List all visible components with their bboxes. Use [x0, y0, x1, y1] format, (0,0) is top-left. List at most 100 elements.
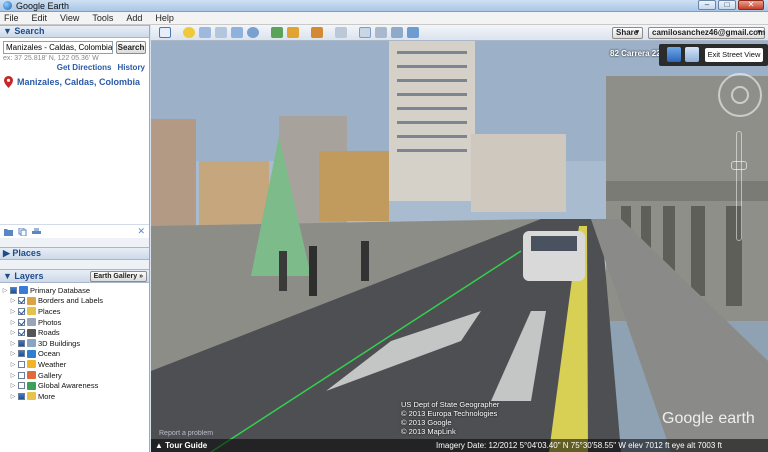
close-button[interactable]: ✕ [738, 0, 764, 10]
street-view-scene [151, 41, 768, 452]
window-controls: – □ ✕ [698, 0, 764, 10]
layers-tree: ▷ Primary Database ▷ Borders and Labels ▷ Pla… [0, 283, 149, 404]
folder-icon [27, 392, 36, 401]
awareness-icon [27, 381, 36, 390]
look-joystick-icon[interactable] [718, 73, 762, 117]
zoom-slider-knob[interactable] [731, 161, 747, 170]
copy-icon[interactable] [18, 227, 27, 236]
record-tour-icon[interactable] [247, 27, 259, 38]
layer-label: Borders and Labels [38, 296, 104, 306]
layer-item[interactable]: ▷ Photos [2, 317, 147, 328]
layer-item[interactable]: ▷ Gallery [2, 370, 147, 381]
layer-item[interactable]: ▷ Global Awareness [2, 380, 147, 391]
places-section-header[interactable]: ▶ Places [0, 247, 149, 260]
window-title: Google Earth [16, 1, 70, 11]
path-icon[interactable] [215, 27, 227, 38]
photos-icon [27, 318, 36, 327]
history-link[interactable]: History [117, 63, 145, 72]
expand-toggle-icon[interactable]: ▷ [10, 361, 16, 368]
layer-checkbox[interactable] [18, 382, 25, 390]
layer-item[interactable]: ▷ Weather [2, 359, 147, 370]
expand-toggle-icon[interactable]: ▷ [10, 319, 16, 326]
layer-item[interactable]: ▷ Primary Database [2, 285, 147, 296]
close-results-icon[interactable]: ✕ [137, 226, 145, 237]
share-button[interactable]: Share ▾ [612, 27, 643, 39]
sunlight-icon[interactable] [287, 27, 299, 38]
sidebar-toggle-icon[interactable] [159, 27, 171, 38]
layer-checkbox[interactable] [18, 318, 25, 326]
menu-file[interactable]: File [4, 12, 19, 24]
layer-checkbox[interactable] [18, 360, 25, 368]
layer-item[interactable]: ▷ Roads [2, 327, 147, 338]
menu-view[interactable]: View [60, 12, 79, 24]
layer-checkbox[interactable] [18, 307, 25, 315]
menu-tools[interactable]: Tools [92, 12, 113, 24]
chevron-down-icon: ▾ [635, 29, 639, 36]
layer-label: Roads [38, 328, 60, 338]
expand-toggle-icon[interactable]: ▷ [2, 287, 8, 294]
search-result-item[interactable]: Manizales, Caldas, Colombia [4, 76, 145, 88]
expand-toggle-icon[interactable]: ▷ [10, 340, 16, 347]
account-button[interactable]: camilosanchez46@gmail.com ▾ [648, 27, 765, 39]
search-section-header[interactable]: ▼ Search [0, 25, 149, 38]
get-directions-link[interactable]: Get Directions [57, 63, 112, 72]
attribution-line: © 2013 MapLink [401, 427, 456, 436]
folder-icon[interactable] [4, 228, 13, 236]
image-overlay-icon[interactable] [231, 27, 243, 38]
expand-toggle-icon[interactable]: ▷ [10, 297, 16, 304]
layer-item[interactable]: ▷ Places [2, 306, 147, 317]
search-input[interactable] [3, 41, 113, 54]
panel-gap [0, 260, 149, 269]
ground-level-icon[interactable] [685, 47, 699, 62]
planets-icon[interactable] [311, 27, 323, 38]
expand-toggle-icon[interactable]: ▷ [10, 308, 16, 315]
minimize-button[interactable]: – [698, 0, 716, 10]
pegman-icon[interactable] [667, 47, 681, 62]
earth-gallery-button[interactable]: Earth Gallery » [89, 270, 147, 282]
print-toolbar-icon[interactable] [375, 27, 387, 38]
menu-help[interactable]: Help [155, 12, 174, 24]
expand-toggle-icon[interactable]: ▷ [10, 329, 16, 336]
layer-label: 3D Buildings [38, 338, 81, 348]
layer-item[interactable]: ▷ Ocean [2, 349, 147, 360]
placemark-pin-icon [4, 76, 13, 88]
menu-add[interactable]: Add [126, 12, 142, 24]
layer-item[interactable]: ▷ 3D Buildings [2, 338, 147, 349]
look-joystick-center[interactable] [731, 86, 749, 104]
layer-checkbox[interactable] [10, 286, 17, 294]
exit-street-view-button[interactable]: Exit Street View [705, 48, 763, 62]
expand-toggle-icon[interactable]: ▷ [10, 382, 16, 389]
layer-checkbox[interactable] [18, 339, 25, 347]
layers-section-header[interactable]: ▼ Layers Earth Gallery » [0, 269, 149, 283]
menu-edit[interactable]: Edit [32, 12, 48, 24]
expand-toggle-icon[interactable]: ▷ [10, 372, 16, 379]
maximize-button[interactable]: □ [718, 0, 736, 10]
roads-icon [27, 328, 36, 337]
save-image-icon[interactable] [391, 27, 403, 38]
layer-item[interactable]: ▷ Borders and Labels [2, 296, 147, 307]
weather-icon [27, 360, 36, 369]
tour-guide-button[interactable]: ▲ Tour Guide [155, 439, 207, 452]
email-icon[interactable] [359, 27, 371, 38]
print-icon[interactable] [32, 227, 41, 236]
layer-checkbox[interactable] [18, 350, 25, 358]
expand-toggle-icon[interactable]: ▷ [10, 350, 16, 357]
search-button[interactable]: Search [116, 41, 146, 54]
google-earth-logo: Google earth [662, 407, 755, 429]
layer-checkbox[interactable] [18, 371, 25, 379]
placemark-icon[interactable] [183, 27, 195, 38]
layer-item[interactable]: ▷ More [2, 391, 147, 402]
historical-imagery-icon[interactable] [271, 27, 283, 38]
menu-bar: File Edit View Tools Add Help [0, 12, 768, 25]
layer-checkbox[interactable] [18, 329, 25, 337]
polygon-icon[interactable] [199, 27, 211, 38]
expand-toggle-icon[interactable]: ▷ [10, 393, 16, 400]
layer-checkbox[interactable] [18, 392, 25, 400]
street-view-viewport[interactable]: 82 Carrera 22 Exit Street View US Dept o… [151, 41, 768, 452]
layer-checkbox[interactable] [18, 297, 25, 305]
ruler-icon[interactable] [335, 27, 347, 38]
google-earth-icon [3, 1, 12, 10]
zoom-slider[interactable] [736, 131, 742, 241]
report-problem-link[interactable]: Report a problem [159, 430, 213, 437]
google-maps-icon[interactable] [407, 27, 419, 38]
